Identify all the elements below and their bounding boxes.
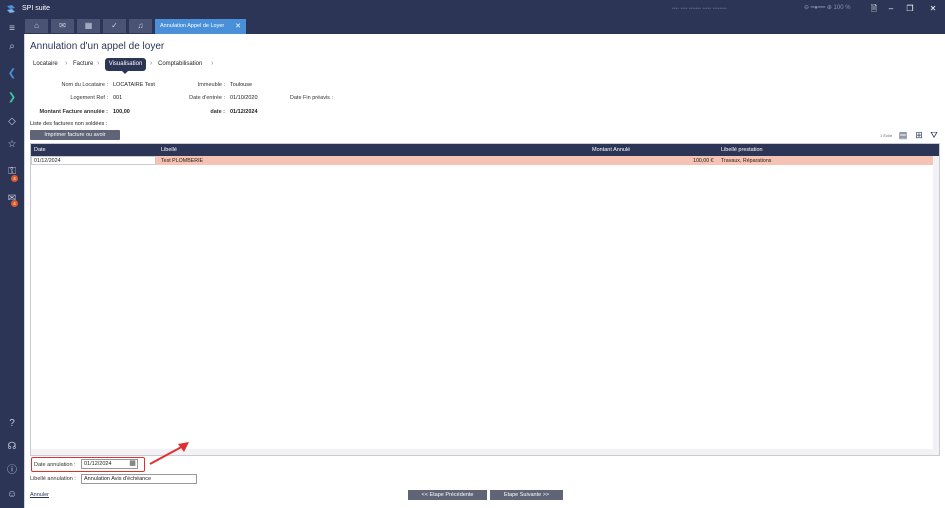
home-icon[interactable]: ⌂ [25,19,48,33]
montant-label: Montant Facture annulée : [39,109,108,115]
chevron-left-icon[interactable]: ❮ [4,67,20,81]
minimize-icon[interactable]: – [884,2,898,16]
nom-value: LOCATAIRE Test [113,82,155,88]
col-prestation[interactable]: Libellé prestation [721,147,763,153]
vertical-scrollbar[interactable] [933,156,939,455]
mail-badge: 4 [11,200,18,207]
chevron-right-icon[interactable]: ❯ [4,91,20,105]
chevron-right-icon: › [65,60,68,67]
check-icon[interactable]: ✓ [103,19,126,33]
help-icon[interactable]: ? [4,417,20,431]
immeuble-value: Toulouse [230,82,253,88]
entree-label: Date d'entrée : [189,95,225,101]
maximize-icon[interactable]: ❐ [903,2,917,16]
entree-value: 01/10/2020 [230,95,258,101]
star-icon[interactable]: ☆ [4,138,20,152]
date-cell[interactable]: 01/12/2024 [31,156,156,165]
chevron-right-icon: › [150,60,153,67]
diamond-icon[interactable]: ◇ [4,115,20,129]
row-prestation: Travaux, Réparations [721,158,772,164]
date-value: 01/12/2024 [230,109,258,115]
print-invoice-button[interactable]: Imprimer facture ou avoir [30,130,120,140]
search-icon[interactable]: ⌕ [4,40,20,54]
add-row-icon[interactable]: ⊞ [914,130,924,140]
row-date: 01/12/2024 [34,158,61,164]
grid-count: 1 Ecl/e [880,133,893,138]
tab-label: Annulation Appel de Loyer [160,23,225,29]
logement-label: Logement Ref : [70,95,108,101]
headset-icon[interactable]: ☊ [4,440,20,454]
close-icon[interactable]: ✕ [926,2,940,16]
info-icon[interactable]: ⓘ [4,464,20,478]
libelle-annulation-input[interactable] [81,474,197,484]
montant-value: 100,00 [113,109,130,115]
zoom-control[interactable]: ⊖ ━●━━ ⊕ 100 % [804,4,851,11]
next-step-button[interactable]: Etape Suivante >> [490,490,563,500]
file-icon[interactable]: 🗎 [867,2,881,16]
tab-annulation[interactable]: Annulation Appel de Loyer ✕ [155,19,246,34]
table-row[interactable]: 01/12/2024 Test PLOMBERIE 100,00 € Trava… [31,156,933,165]
chevron-right-icon: › [97,60,100,67]
list-label: Liste des factures non soldées : [30,121,108,127]
libelle-annulation-label: Libellé annulation : [30,476,76,482]
export-excel-icon[interactable]: ▤ [898,130,908,140]
calendar-icon[interactable]: ▦ [128,459,137,469]
tab-bar: ⌂ ✉ ▦ ✓ ♫ Annulation Appel de Loyer ✕ [0,18,945,34]
main-content: Annulation d'un appel de loyer Locataire… [24,34,941,508]
cancel-link[interactable]: Annuler [30,492,49,498]
app-name: SPI suite [22,5,51,12]
mail-icon[interactable]: ✉ [51,19,74,33]
sidebar: ≡ ⌕ ❮ ❯ ◇ ☆ ⚿ 4 ✉ 4 ? ☊ ⓘ ☺ [0,23,24,508]
row-montant: 100,00 € [693,158,714,164]
step-comptabilisation[interactable]: Comptabilisation [158,61,202,67]
annotation-arrow-icon [149,442,189,465]
preavis-label: Date Fin préavis : [289,95,333,101]
menu-icon[interactable]: ≡ [4,22,20,36]
row-libelle: Test PLOMBERIE [161,158,204,164]
tab-close-icon[interactable]: ✕ [235,19,241,34]
zoom-level: 100 % [833,5,851,11]
step-visualisation[interactable]: Visualisation [105,58,146,74]
user-info-blurred: •••• •••• ••••••• ••••• •••••••• [672,6,727,12]
title-bar: SPI suite •••• •••• ••••••• ••••• ••••••… [0,0,945,18]
col-libelle[interactable]: Libellé [161,147,177,153]
user-icon[interactable]: ☺ [4,488,20,502]
app-logo-icon [7,5,15,13]
bell-icon[interactable]: ♫ [129,19,152,33]
previous-step-button[interactable]: << Etape Précédente [408,490,487,500]
grid-header: Date Libellé Montant Annulé Libellé pres… [31,144,939,156]
date-annulation-label: Date annulation : [34,462,76,468]
logement-value: 001 [113,95,123,101]
lock-badge: 4 [11,175,18,182]
immeuble-label: Immeuble : [197,82,225,88]
step-locataire[interactable]: Locataire [33,61,58,67]
nom-label: Nom du Locataire : [61,82,108,88]
invoices-grid: Date Libellé Montant Annulé Libellé pres… [30,143,940,456]
col-montant[interactable]: Montant Annulé [592,147,630,153]
step-facture[interactable]: Facture [73,61,93,67]
calendar-icon[interactable]: ▦ [77,19,100,33]
date-label: date : [210,109,225,115]
page-title: Annulation d'un appel de loyer [30,41,165,52]
filter-icon[interactable]: ⛛ [929,130,939,140]
col-date[interactable]: Date [34,147,46,153]
chevron-right-icon: › [211,60,214,67]
